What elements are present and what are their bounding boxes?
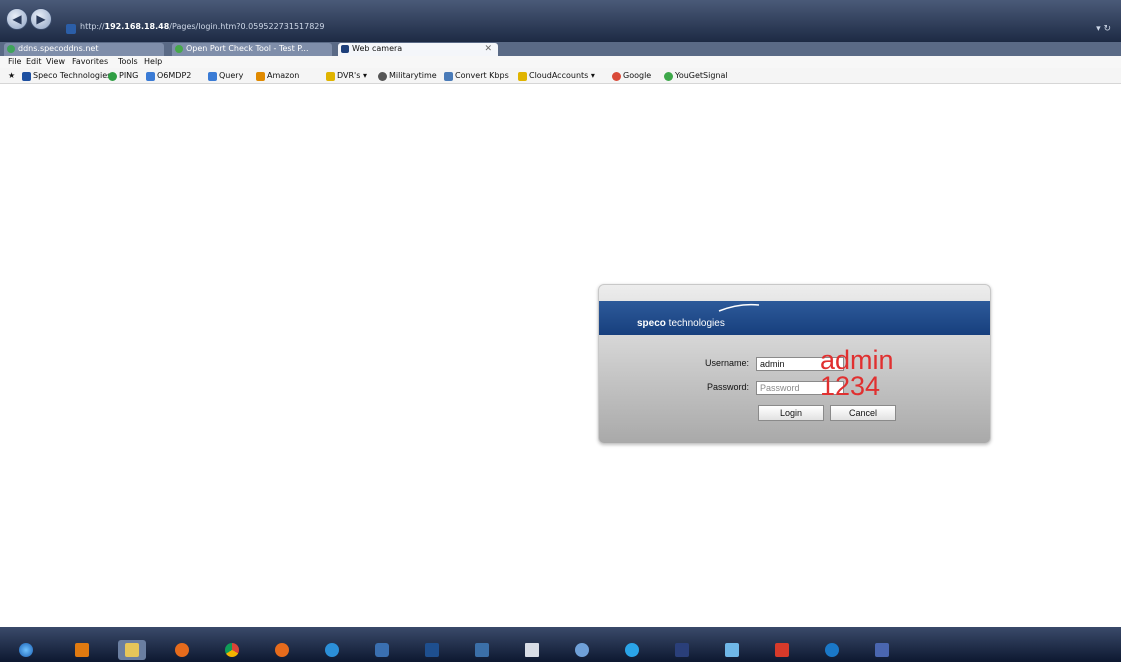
window-icon[interactable] <box>518 640 546 660</box>
chrome-icon[interactable] <box>218 640 246 660</box>
globe-icon <box>7 45 15 53</box>
globe-icon <box>175 45 183 53</box>
address-scheme: http:// <box>80 22 105 31</box>
fav-convert-kbps[interactable]: Convert Kbps <box>444 68 509 84</box>
password-annotation: 1234 <box>820 371 881 401</box>
favorites-bar: ★ Speco Technologies PING O6MDP2 Query A… <box>0 68 1121 84</box>
refresh-icon[interactable]: ▾ ↻ <box>1096 24 1111 34</box>
speco-board-icon[interactable] <box>418 640 446 660</box>
firefox-icon[interactable] <box>268 640 296 660</box>
password-label: Password: <box>706 382 749 392</box>
menu-help[interactable]: Help <box>144 56 162 68</box>
menu-favorites[interactable]: Favorites <box>72 56 108 68</box>
fav-query[interactable]: Query <box>208 68 243 84</box>
address-bar[interactable]: http://192.168.18.48/Pages/login.htm?0.0… <box>80 22 380 34</box>
username-annotation: admin <box>820 345 894 375</box>
speco-viewer-icon[interactable] <box>468 640 496 660</box>
fav-yougetsignal[interactable]: YouGetSignal <box>664 68 728 84</box>
media-red-icon[interactable] <box>768 640 796 660</box>
globe-icon[interactable] <box>568 640 596 660</box>
fav-dvrs-folder[interactable]: DVR's ▾ <box>326 68 367 84</box>
ie-page-icon <box>208 72 217 81</box>
address-path: /Pages/login.htm?0.059522731517829 <box>169 22 325 31</box>
yougetsignal-icon <box>664 72 673 81</box>
media-player-icon[interactable] <box>68 640 96 660</box>
tab-open-port-check[interactable]: Open Port Check Tool - Test P... <box>172 43 332 56</box>
site-icon <box>66 24 76 34</box>
cancel-button[interactable]: Cancel <box>830 405 896 421</box>
forward-button[interactable]: ▶ <box>30 8 52 30</box>
folder-icon <box>326 72 335 81</box>
amazon-icon <box>256 72 265 81</box>
fav-militarytime[interactable]: Militarytime <box>378 68 437 84</box>
fav-cloudaccounts-folder[interactable]: CloudAccounts ▾ <box>518 68 595 84</box>
skype-icon[interactable] <box>618 640 646 660</box>
fav-speco-technologies[interactable]: Speco Technologies <box>22 68 111 84</box>
convert-icon <box>444 72 453 81</box>
teamviewer-icon[interactable] <box>818 640 846 660</box>
app-icon[interactable] <box>368 640 396 660</box>
google-icon <box>612 72 621 81</box>
start-orb-icon[interactable] <box>12 640 40 660</box>
tab-ddns[interactable]: ddns.specoddns.net <box>4 43 164 56</box>
fav-o6mdp2[interactable]: O6MDP2 <box>146 68 191 84</box>
menu-tools[interactable]: Tools <box>118 56 138 68</box>
menu-edit[interactable]: Edit <box>26 56 42 68</box>
app-k-icon[interactable] <box>718 640 746 660</box>
ping-icon <box>108 72 117 81</box>
tab-strip: ddns.specoddns.net Open Port Check Tool … <box>0 42 1121 56</box>
menu-file[interactable]: File <box>8 56 21 68</box>
fav-google[interactable]: Google <box>612 68 651 84</box>
back-button[interactable]: ◀ <box>6 8 28 30</box>
file-explorer-icon[interactable] <box>118 640 146 660</box>
tab-web-camera[interactable]: Web camera ✕ <box>338 43 498 56</box>
favorites-star-icon[interactable]: ★ <box>8 68 15 84</box>
firefox-icon[interactable] <box>168 640 196 660</box>
browser-titlebar: ◀ ▶ http://192.168.18.48/Pages/login.htm… <box>0 0 1121 42</box>
tab-label: Web camera <box>352 44 403 53</box>
address-host: 192.168.18.48 <box>104 22 170 31</box>
fav-amazon[interactable]: Amazon <box>256 68 299 84</box>
menu-bar: File Edit View Favorites Tools Help <box>0 56 1121 68</box>
puzzle-app-icon[interactable] <box>868 640 896 660</box>
username-label: Username: <box>704 358 749 368</box>
login-dialog: speco technologies Username: admin Passw… <box>598 284 991 444</box>
tab-label: Open Port Check Tool - Test P... <box>186 44 309 53</box>
close-tab-icon[interactable]: ✕ <box>484 43 492 55</box>
speco-logo: speco technologies <box>637 318 725 329</box>
fav-ping[interactable]: PING <box>108 68 138 84</box>
menu-view[interactable]: View <box>46 56 65 68</box>
cmd-app-icon[interactable] <box>668 640 696 660</box>
tab-label: ddns.specoddns.net <box>18 44 99 53</box>
clock-icon <box>378 72 387 81</box>
login-button[interactable]: Login <box>758 405 824 421</box>
folder-icon <box>518 72 527 81</box>
internet-explorer-icon[interactable] <box>318 640 346 660</box>
speco-icon <box>22 72 31 81</box>
camera-icon <box>341 45 349 53</box>
ie-page-icon <box>146 72 155 81</box>
